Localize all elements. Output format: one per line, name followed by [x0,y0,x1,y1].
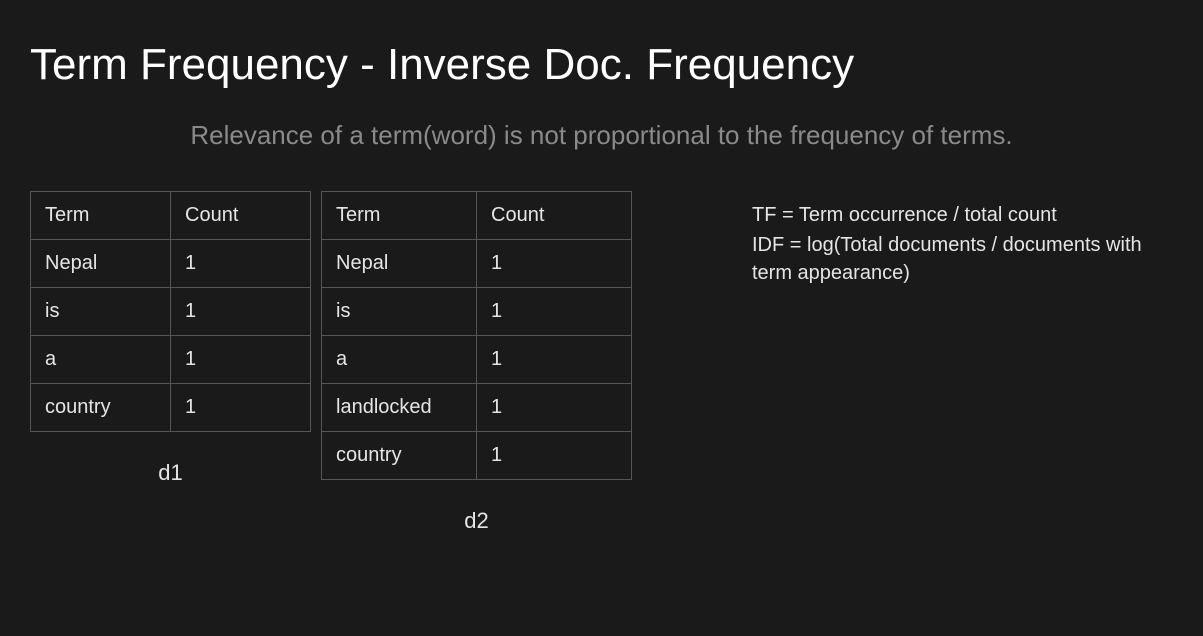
term-table-d1: Term Count Nepal 1 is 1 a 1 country 1 [30,191,311,432]
page-subtitle: Relevance of a term(word) is not proport… [30,120,1173,151]
table-block-d2: Term Count Nepal 1 is 1 a 1 landlocked 1… [321,191,632,534]
table-row: is 1 [31,288,311,336]
cell-term: a [31,336,171,384]
formula-block: TF = Term occurrence / total count IDF =… [752,201,1172,289]
cell-count: 1 [171,240,311,288]
cell-term: is [31,288,171,336]
page-title: Term Frequency - Inverse Doc. Frequency [30,40,1173,90]
cell-count: 1 [477,384,632,432]
doc-label-d2: d2 [464,508,488,534]
table-row: a 1 [322,336,632,384]
term-table-d2: Term Count Nepal 1 is 1 a 1 landlocked 1… [321,191,632,480]
table-row: Term Count [322,192,632,240]
cell-term: Nepal [322,240,477,288]
cell-term: is [322,288,477,336]
cell-count: 1 [477,288,632,336]
table-row: country 1 [322,432,632,480]
table-row: landlocked 1 [322,384,632,432]
cell-count: 1 [477,240,632,288]
header-term: Term [322,192,477,240]
table-row: Term Count [31,192,311,240]
cell-term: a [322,336,477,384]
cell-count: 1 [171,288,311,336]
cell-term: country [322,432,477,480]
doc-label-d1: d1 [158,460,182,486]
table-row: a 1 [31,336,311,384]
cell-term: Nepal [31,240,171,288]
cell-count: 1 [171,336,311,384]
table-row: Nepal 1 [322,240,632,288]
cell-term: landlocked [322,384,477,432]
cell-term: country [31,384,171,432]
header-count: Count [171,192,311,240]
table-block-d1: Term Count Nepal 1 is 1 a 1 country 1 d1 [30,191,311,486]
header-count: Count [477,192,632,240]
table-row: Nepal 1 [31,240,311,288]
cell-count: 1 [477,336,632,384]
header-term: Term [31,192,171,240]
table-row: is 1 [322,288,632,336]
table-row: country 1 [31,384,311,432]
cell-count: 1 [477,432,632,480]
formula-idf: IDF = log(Total documents / documents wi… [752,231,1172,287]
cell-count: 1 [171,384,311,432]
formula-tf: TF = Term occurrence / total count [752,201,1172,229]
content-row: Term Count Nepal 1 is 1 a 1 country 1 d1 [30,191,1173,534]
